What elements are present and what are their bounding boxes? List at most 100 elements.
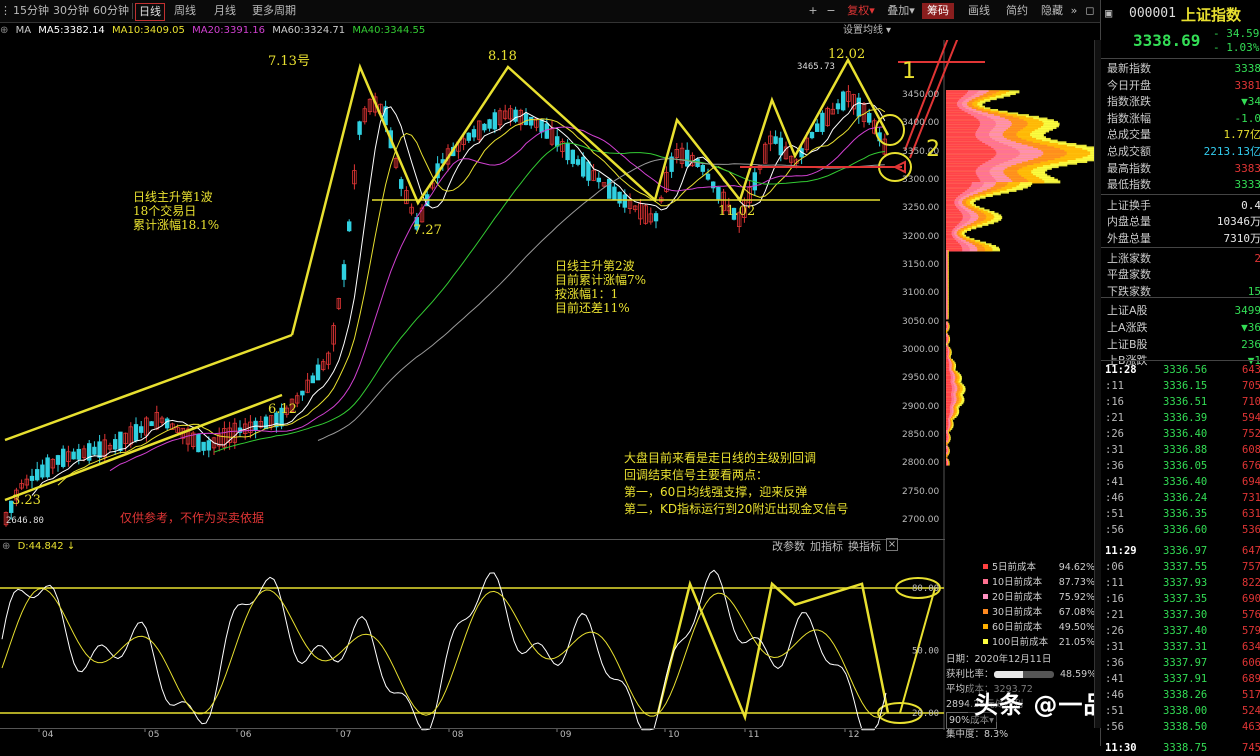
date-tick-label: 08 bbox=[452, 730, 464, 740]
period-60min[interactable]: 60分钟 bbox=[92, 3, 130, 19]
forward-icon[interactable]: » bbox=[1068, 3, 1080, 19]
candle-body bbox=[539, 119, 544, 133]
quote-stat-row: 今日开盘 3381 bbox=[1107, 78, 1260, 92]
stock-name: 上证指数 bbox=[1181, 6, 1242, 24]
panel-scrollbar[interactable] bbox=[1094, 40, 1101, 728]
period-more[interactable]: 更多周期 bbox=[246, 3, 302, 19]
lock-icon[interactable]: ⊕ bbox=[0, 25, 8, 36]
close-icon[interactable]: × bbox=[886, 538, 898, 551]
overlay-button[interactable]: 叠加▾ bbox=[884, 3, 918, 19]
quote-panel: ▣ 000001 上证指数 3338.69 - 34.59 - 1.03% 最新… bbox=[1100, 0, 1260, 754]
tick-row: :36 3337.97 606 bbox=[1105, 657, 1260, 669]
date-tick-label: 12 bbox=[848, 730, 860, 740]
date-axis: 04 05 06 07 08 09 10 11 12 bbox=[0, 728, 945, 743]
chip-legend-item: 5日前成本 94.62% bbox=[983, 560, 1095, 575]
chip-legend-item: 30日前成本 67.08% bbox=[983, 605, 1095, 620]
period-monthly[interactable]: 月线 bbox=[210, 3, 240, 19]
ma-settings-dropdown-icon[interactable]: ▾ bbox=[886, 23, 891, 39]
tick-row: :06 3337.55 757 bbox=[1105, 561, 1260, 573]
draw-line-button[interactable]: 画线 bbox=[964, 3, 994, 19]
kd-tick-label: 50.00 bbox=[912, 647, 939, 657]
quote-stat-row: 外盘总量 7310万 bbox=[1107, 232, 1260, 245]
candle-body bbox=[263, 416, 269, 430]
switch-indicator-button[interactable]: 换指标 bbox=[848, 538, 881, 554]
date-tick-label: 04 bbox=[42, 730, 54, 740]
quote-header: ▣ 000001 上证指数 3338.69 - 34.59 - 1.03% bbox=[1101, 0, 1260, 59]
price-tick-label: 2900.00 bbox=[902, 401, 940, 412]
tick-row: 11:29 3336.97 647 bbox=[1105, 545, 1260, 557]
candle-body bbox=[716, 187, 721, 200]
candle-body bbox=[300, 390, 305, 396]
candle-body bbox=[29, 475, 35, 481]
date-tick-label: 09 bbox=[560, 730, 572, 740]
candle-body bbox=[346, 221, 352, 232]
zoom-out-button[interactable]: − bbox=[824, 3, 838, 19]
lock-icon[interactable]: ⊕ bbox=[2, 541, 10, 552]
tick-row: :26 3337.40 579 bbox=[1105, 625, 1260, 637]
quote-stat-row: 上证换手 0.4 bbox=[1107, 198, 1260, 212]
chip-button[interactable]: 筹码 bbox=[922, 3, 954, 19]
candle-body bbox=[201, 441, 206, 451]
ma5-value: MA5:3382.14 bbox=[38, 25, 105, 36]
period-15min[interactable]: 15分钟 bbox=[12, 3, 50, 19]
simple-mode-button[interactable]: 简约 bbox=[1002, 3, 1032, 19]
kd-value: D:44.842 bbox=[17, 541, 64, 552]
chip-legend-item: 100日前成本 21.05% bbox=[983, 635, 1095, 650]
candle-body bbox=[357, 121, 362, 135]
ma-indicator-line: ⊕ MA MA5:3382.14 MA10:3409.05 MA20:3391.… bbox=[0, 23, 945, 39]
quote-stat-row: 最新指数 3338 bbox=[1107, 62, 1260, 75]
tick-row: :51 3336.35 631 bbox=[1105, 508, 1260, 520]
pin-icon[interactable]: ◻ bbox=[1084, 3, 1096, 19]
candle-body bbox=[622, 194, 627, 208]
quote-stat-row: 平盘家数 bbox=[1107, 268, 1151, 282]
fuquan-button[interactable]: 复权▾ bbox=[842, 3, 880, 19]
chip-bar bbox=[946, 316, 948, 320]
candle-body bbox=[612, 186, 617, 200]
expand-icon[interactable]: ▣ bbox=[1105, 6, 1112, 20]
candle-body bbox=[487, 119, 492, 129]
hide-button[interactable]: 隐藏 bbox=[1038, 3, 1066, 19]
current-price: 3338.69 bbox=[1133, 31, 1201, 50]
price-tick-label: 3100.00 bbox=[902, 288, 940, 299]
chip-legend-item: 60日前成本 49.50% bbox=[983, 620, 1095, 635]
ma10-value: MA10:3409.05 bbox=[111, 25, 185, 36]
panel-divider bbox=[1101, 194, 1260, 195]
chip-bar bbox=[946, 329, 948, 333]
price-tick-label: 3000.00 bbox=[902, 344, 940, 355]
chip-bar bbox=[946, 442, 948, 446]
chip-legend-item: 10日前成本 87.73% bbox=[983, 575, 1095, 590]
date-tick-label: 05 bbox=[148, 730, 160, 740]
candle-body bbox=[398, 179, 404, 189]
ma-settings-button[interactable]: 设置均线 bbox=[843, 23, 883, 39]
chip-legend-item: 20日前成本 75.92% bbox=[983, 590, 1095, 605]
candle-body bbox=[61, 448, 66, 467]
candle-body bbox=[835, 103, 841, 110]
candle-body bbox=[471, 129, 477, 138]
price-tick-label: 2750.00 bbox=[902, 486, 940, 497]
quote-stat-row: 指数涨跌 ▼34 bbox=[1107, 95, 1260, 109]
zoom-in-button[interactable]: + bbox=[806, 3, 820, 19]
tick-row: :51 3338.00 524 bbox=[1105, 705, 1260, 717]
candle-body bbox=[513, 109, 518, 122]
candle-body bbox=[867, 113, 872, 123]
tick-row: 11:30 3338.75 745 bbox=[1105, 742, 1260, 754]
period-toolbar: ⋮ 15分钟 30分钟 60分钟 日线 周线 月线 更多周期 + − 复权▾ 叠… bbox=[0, 0, 1100, 23]
profit-label: 获利比率： bbox=[946, 669, 994, 680]
legend-swatch bbox=[983, 564, 988, 569]
change-params-button[interactable]: 改参数 bbox=[772, 538, 805, 554]
date-tick-label: 06 bbox=[240, 730, 252, 740]
price-change-pct: - 1.03% bbox=[1213, 41, 1260, 54]
ma60-value: MA60:3324.71 bbox=[272, 25, 346, 36]
tick-row: :11 3337.93 822 bbox=[1105, 577, 1260, 589]
period-30min[interactable]: 30分钟 bbox=[52, 3, 90, 19]
marker-2: 2 bbox=[926, 137, 940, 162]
period-daily[interactable]: 日线 bbox=[135, 3, 165, 21]
period-weekly[interactable]: 周线 bbox=[170, 3, 200, 19]
panel-divider bbox=[1101, 297, 1260, 298]
candle-body bbox=[815, 123, 820, 132]
tick-row: :46 3336.24 731 bbox=[1105, 492, 1260, 504]
price-tick-label: 3200.00 bbox=[902, 231, 940, 242]
chip-bar bbox=[946, 454, 948, 458]
date-tick-label: 07 bbox=[340, 730, 352, 740]
add-indicator-button[interactable]: 加指标 bbox=[810, 538, 843, 554]
